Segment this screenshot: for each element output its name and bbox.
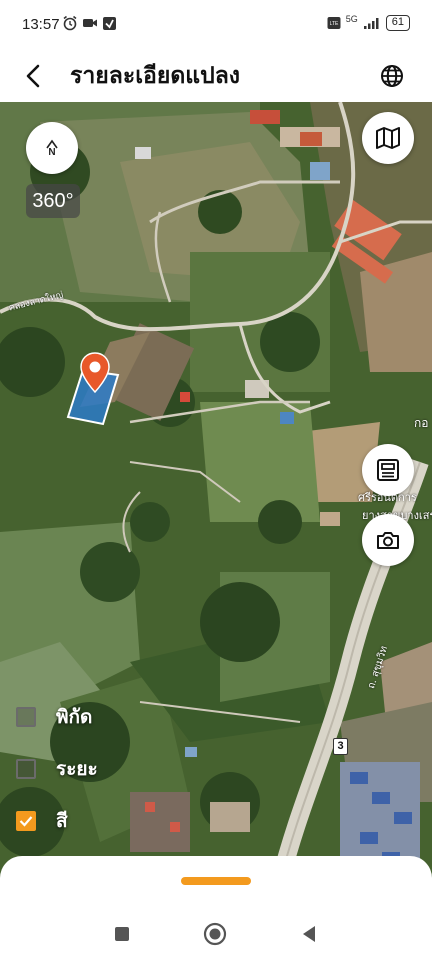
battery-indicator: 61 <box>385 15 410 31</box>
check-icon <box>19 816 33 827</box>
system-nav-bar <box>0 908 432 960</box>
app-notification-icon <box>103 16 116 30</box>
legend-distance[interactable]: ระยะ <box>16 754 98 784</box>
color-checkbox[interactable] <box>16 811 36 831</box>
network-type: 5G <box>345 14 358 24</box>
video-camera-icon <box>83 19 97 27</box>
page-title: รายละเอียดแปลง <box>70 63 241 89</box>
status-bar: 13:57 LTE 5G 61 <box>0 0 432 50</box>
legend-coordinates[interactable]: พิกัด <box>16 702 92 732</box>
status-time: 13:57 <box>22 16 60 33</box>
poi-label-3: กอ <box>414 416 429 430</box>
document-icon <box>377 459 399 481</box>
triangle-back-icon <box>303 926 315 942</box>
volte-icon: LTE <box>327 17 341 29</box>
camera-button[interactable] <box>362 514 414 566</box>
status-icons-left <box>62 15 117 31</box>
square-icon <box>115 927 129 941</box>
document-button[interactable] <box>362 444 414 496</box>
app-header: รายละเอียดแปลง <box>0 50 432 102</box>
map-type-button[interactable] <box>362 112 414 164</box>
satellite-map[interactable]: คลองลาดใหญ่ ถ. สุขุมวิท ศรีรอนต์การ ยางส… <box>0 102 432 882</box>
circle-icon <box>203 922 227 946</box>
recent-apps-button[interactable] <box>110 922 134 946</box>
compass-label: N <box>48 146 56 158</box>
legend-label-coordinates: พิกัด <box>56 706 93 728</box>
camera-icon <box>377 532 399 549</box>
chevron-left-icon <box>26 64 40 88</box>
compass-button[interactable]: N <box>26 122 78 174</box>
location-pin-icon[interactable] <box>79 352 111 394</box>
distance-checkbox[interactable] <box>16 759 36 779</box>
rotation-badge: 360° <box>26 184 80 218</box>
home-button[interactable] <box>203 922 227 946</box>
system-back-button[interactable] <box>297 922 321 946</box>
globe-icon <box>381 65 403 87</box>
status-icons-right: LTE 5G 61 <box>327 14 410 31</box>
legend-label-distance: ระยะ <box>56 758 98 780</box>
alarm-icon <box>63 15 77 31</box>
sheet-drag-handle[interactable] <box>181 877 251 885</box>
legend-color[interactable]: สี <box>16 806 68 836</box>
map-icon <box>376 127 400 149</box>
coordinates-checkbox[interactable] <box>16 707 36 727</box>
legend-label-color: สี <box>56 810 68 832</box>
language-button[interactable] <box>374 58 410 94</box>
highway-shield: 3 <box>333 738 348 755</box>
bottom-sheet <box>0 856 432 916</box>
svg-text:LTE: LTE <box>329 21 338 27</box>
back-button[interactable] <box>18 58 48 94</box>
signal-icon <box>363 18 379 29</box>
